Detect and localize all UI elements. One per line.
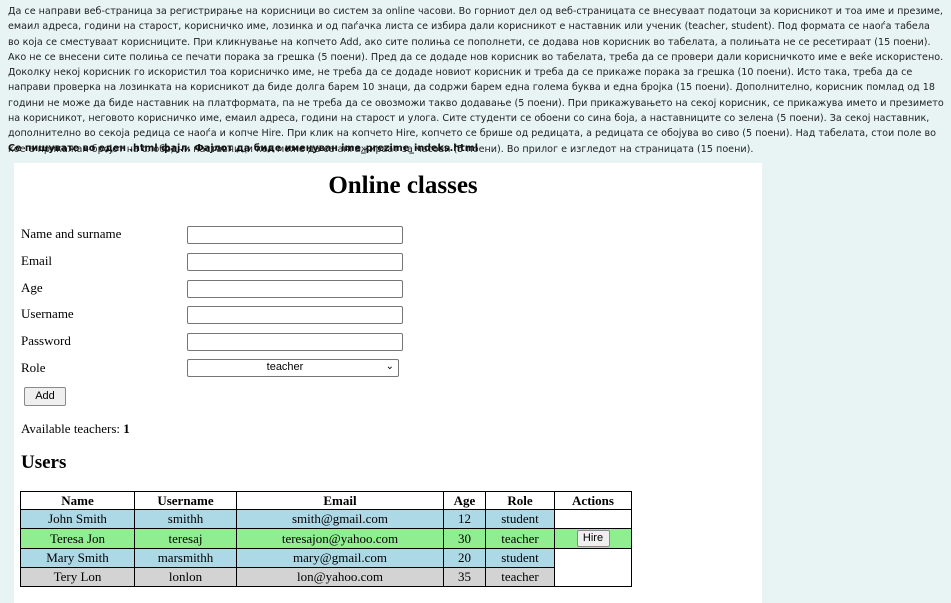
table-header-row: Name Username Email Age Role Actions bbox=[20, 491, 632, 510]
cell-username: smithh bbox=[134, 509, 237, 529]
cell-actions bbox=[554, 509, 632, 529]
task-description: Да се направи веб-страница за регистрира… bbox=[8, 6, 944, 155]
role-label: Role bbox=[21, 360, 46, 375]
username-input[interactable] bbox=[187, 306, 403, 324]
password-input[interactable] bbox=[187, 333, 403, 351]
column-header-email: Email bbox=[236, 491, 444, 510]
cell-username: marsmithh bbox=[134, 548, 237, 568]
add-button[interactable]: Add bbox=[24, 387, 66, 406]
email-input[interactable] bbox=[187, 253, 403, 271]
username-label: Username bbox=[21, 306, 74, 321]
column-header-role: Role bbox=[485, 491, 555, 510]
cell-email: teresajon@yahoo.com bbox=[236, 528, 444, 549]
table-row: Mary Smith marsmithh mary@gmail.com 20 s… bbox=[20, 548, 632, 587]
name-input[interactable] bbox=[187, 226, 403, 244]
page-title: Online classes bbox=[328, 172, 478, 199]
table-row: John Smith smithh smith@gmail.com 12 stu… bbox=[20, 509, 632, 529]
cell-name: Teresa Jon bbox=[20, 528, 135, 549]
table-row: Tery Lon lonlon lon@yahoo.com 35 teacher bbox=[20, 567, 632, 587]
password-label: Password bbox=[21, 333, 71, 348]
cell-name: Mary Smith bbox=[20, 548, 135, 568]
users-heading: Users bbox=[21, 452, 67, 473]
role-select[interactable]: teacher ⌄ bbox=[187, 359, 399, 377]
cell-email: lon@yahoo.com bbox=[236, 567, 444, 587]
hire-button[interactable]: Hire bbox=[576, 530, 610, 547]
cell-actions: Hire bbox=[554, 528, 632, 549]
cell-role: student bbox=[485, 548, 555, 568]
cell-actions bbox=[554, 548, 632, 587]
available-teachers: Available teachers: 1 bbox=[21, 421, 130, 437]
cell-age: 20 bbox=[443, 548, 486, 568]
cell-age: 12 bbox=[443, 509, 486, 529]
cell-username: teresaj bbox=[134, 528, 237, 549]
age-input[interactable] bbox=[187, 280, 403, 298]
cell-email: smith@gmail.com bbox=[236, 509, 444, 529]
users-table: Name Username Email Age Role Actions Joh… bbox=[20, 491, 632, 587]
cell-email: mary@gmail.com bbox=[236, 548, 444, 568]
table-row: Teresa Jon teresaj teresajon@yahoo.com 3… bbox=[20, 528, 632, 549]
age-label: Age bbox=[21, 280, 43, 295]
cell-name: John Smith bbox=[20, 509, 135, 529]
chevron-down-icon: ⌄ bbox=[385, 361, 394, 372]
available-teachers-count: 1 bbox=[123, 421, 130, 436]
cell-age: 30 bbox=[443, 528, 486, 549]
cell-role: teacher bbox=[485, 528, 555, 549]
cell-username: lonlon bbox=[134, 567, 237, 587]
cell-role: student bbox=[485, 509, 555, 529]
column-header-actions: Actions bbox=[554, 491, 632, 510]
task-note: Се пишувате во еден .html фајл. Фајлот д… bbox=[8, 143, 478, 154]
column-header-age: Age bbox=[443, 491, 486, 510]
column-header-name: Name bbox=[20, 491, 135, 510]
role-selected-value: teacher bbox=[266, 361, 304, 373]
column-header-username: Username bbox=[134, 491, 237, 510]
app-panel: Online classes Name and surname Email Ag… bbox=[14, 163, 762, 603]
available-teachers-label: Available teachers: bbox=[21, 421, 124, 436]
cell-age: 35 bbox=[443, 567, 486, 587]
cell-role: teacher bbox=[485, 567, 555, 587]
name-label: Name and surname bbox=[21, 226, 122, 241]
email-label: Email bbox=[21, 253, 53, 268]
cell-name: Tery Lon bbox=[20, 567, 135, 587]
